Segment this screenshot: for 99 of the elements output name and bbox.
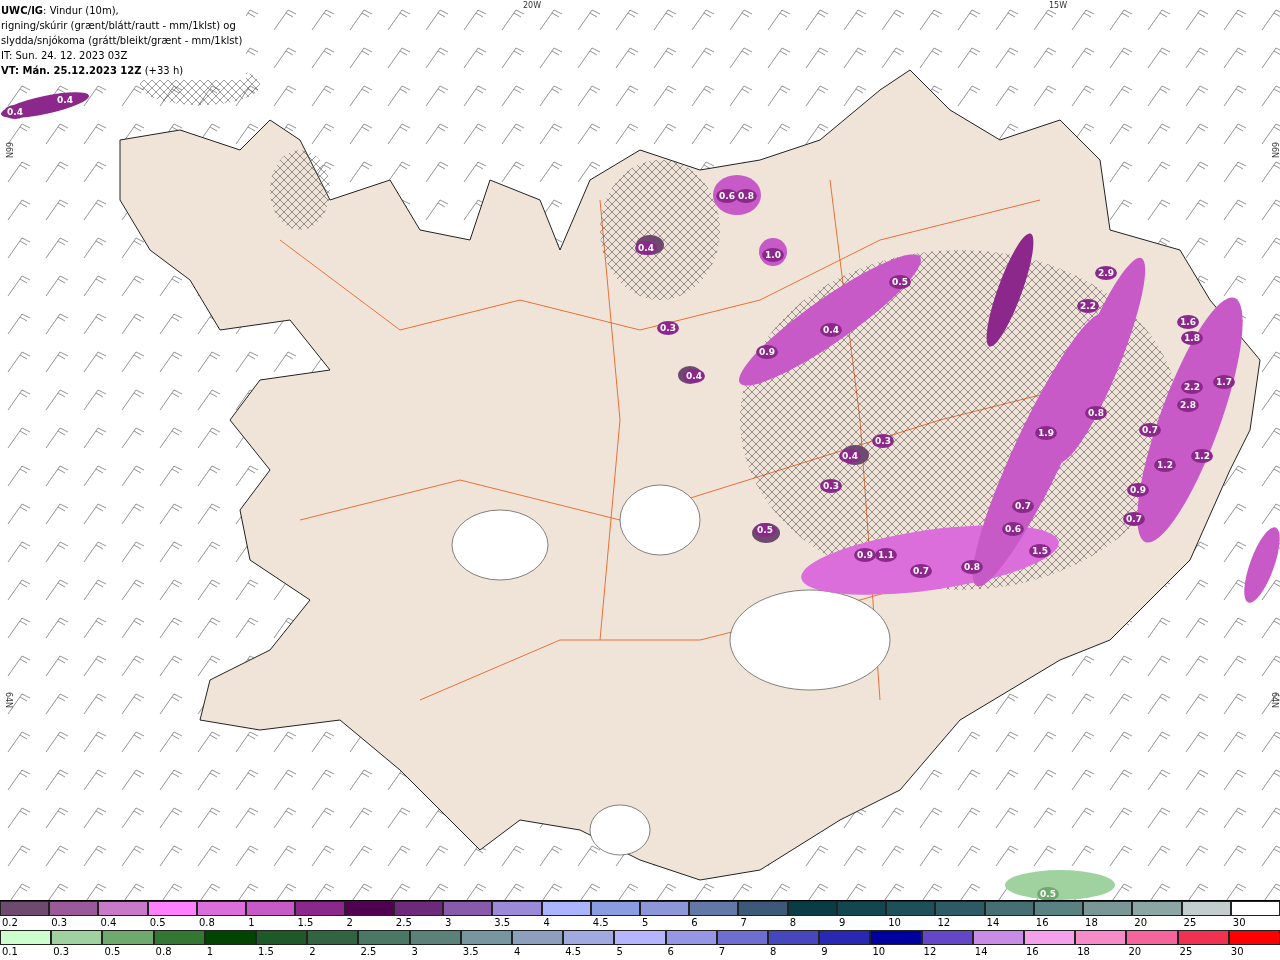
legend-label: 16 <box>1034 916 1050 930</box>
legend-label: 0.8 <box>197 916 216 930</box>
precipitation-value-label: 0.8 <box>738 191 754 201</box>
precipitation-value-label: 0.5 <box>892 277 908 287</box>
precipitation-value-label: 0.4 <box>638 243 654 253</box>
precipitation-value-label: 1.8 <box>1184 333 1200 343</box>
legend-label: 8 <box>769 945 778 959</box>
precipitation-value-label: 0.3 <box>823 481 839 491</box>
legend-label: 3 <box>410 945 419 959</box>
legend-label: 2.5 <box>394 916 413 930</box>
legend-label: 2 <box>308 945 317 959</box>
legend-label: 9 <box>820 945 829 959</box>
legend-label: 0.3 <box>52 945 71 959</box>
legend-label: 0.1 <box>1 945 19 959</box>
precipitation-value-label: 1.2 <box>1194 451 1210 461</box>
legend-label: 2 <box>345 916 354 930</box>
legend-label: 4 <box>513 945 522 959</box>
grid-label: 66N <box>1270 141 1279 159</box>
precipitation-value-label: 1.1 <box>878 550 894 560</box>
legend-label: 8 <box>788 916 798 930</box>
legend-label: 0.2 <box>1 916 19 930</box>
legend-label: 1 <box>247 916 256 930</box>
legend-label: 7 <box>739 916 748 930</box>
legend-label: 20 <box>1133 916 1149 930</box>
map-info-line: UWC/IG: Vindur (10m), <box>1 4 120 18</box>
legend-label: 6 <box>690 916 699 930</box>
legend-label: 18 <box>1084 916 1099 930</box>
precipitation-value-label: 0.9 <box>857 550 873 560</box>
legend-label: 25 <box>1182 916 1198 930</box>
precipitation-value-label: 0.3 <box>660 323 676 333</box>
legend-label: 4 <box>542 916 551 930</box>
legend-label: 3.5 <box>493 916 512 930</box>
legend-label: 12 <box>922 945 938 959</box>
legend-label: 9 <box>837 916 847 930</box>
legend-label: 3.5 <box>461 945 480 959</box>
precipitation-value-label: 0.8 <box>1088 408 1104 418</box>
grid-label: 15W <box>1048 1 1068 10</box>
precipitation-value-label: 0.7 <box>1142 425 1158 435</box>
legend-label: 5 <box>641 916 650 930</box>
precipitation-value-label: 0.4 <box>823 325 839 335</box>
legend-label: 20 <box>1127 945 1143 959</box>
legend-label: 0.3 <box>50 916 69 930</box>
legend-label: 18 <box>1076 945 1091 959</box>
legend-label: 1.5 <box>296 916 315 930</box>
legend-label: 30 <box>1229 945 1245 959</box>
legend-label: 0.5 <box>103 945 122 959</box>
legend-label: 1 <box>205 945 215 959</box>
legend-label: 14 <box>973 945 989 959</box>
legend-label: 1.5 <box>257 945 275 959</box>
precipitation-value-label: 0.7 <box>1015 501 1031 511</box>
precipitation-value-label: 2.8 <box>1180 400 1196 410</box>
legend-label: 14 <box>985 916 1001 930</box>
grid-label: 66N <box>4 141 13 159</box>
precipitation-value-label: 0.4 <box>57 95 73 105</box>
precipitation-value-label: 0.7 <box>1126 514 1142 524</box>
legend-label: 0.4 <box>99 916 118 930</box>
legend-label: 2.5 <box>359 945 378 959</box>
map-info-line: IT: Sun. 24. 12. 2023 03Z <box>1 49 129 63</box>
precipitation-value-label: 0.5 <box>757 525 773 535</box>
precipitation-value-label: 1.6 <box>1180 317 1196 327</box>
precipitation-value-label: 0.8 <box>964 562 980 572</box>
precipitation-value-label: 1.5 <box>1032 546 1048 556</box>
precipitation-value-label: 0.6 <box>719 191 735 201</box>
legend-label: 4.5 <box>564 945 583 959</box>
grid-label: 20W <box>522 1 542 10</box>
legend-label: 10 <box>871 945 887 959</box>
legend-label: 5 <box>615 945 624 959</box>
precipitation-value-label: 0.7 <box>913 566 929 576</box>
legend-label: 0.8 <box>154 945 173 959</box>
legend-label: 6 <box>666 945 675 959</box>
precipitation-value-label: 0.4 <box>686 371 702 381</box>
legend-label: 25 <box>1178 945 1194 959</box>
map-info-line: VT: Mán. 25.12.2023 12Z (+33 h) <box>1 64 185 78</box>
legend-label: 7 <box>717 945 727 959</box>
precipitation-value-label: 0.9 <box>759 347 775 357</box>
precipitation-value-label: 2.2 <box>1184 382 1200 392</box>
map-info-line: slydda/snjókoma (grátt/bleikt/grænt - mm/1klst) <box>1 34 243 48</box>
precipitation-value-label: 1.0 <box>765 250 781 260</box>
precipitation-value-label: 2.9 <box>1098 268 1114 278</box>
map-info-line: rigning/skúrir (grænt/blátt/rautt - mm/1klst) og <box>1 19 237 33</box>
precipitation-value-label: 1.9 <box>1038 428 1054 438</box>
precipitation-value-label: 1.7 <box>1216 377 1232 387</box>
precipitation-value-label: 0.9 <box>1130 485 1146 495</box>
grid-label: 64N <box>1270 691 1279 709</box>
precipitation-value-label: 0.5 <box>1040 889 1056 899</box>
legend-label: 0.5 <box>148 916 167 930</box>
precipitation-value-label: 0.6 <box>1005 524 1021 534</box>
precipitation-value-label: 0.3 <box>875 436 891 446</box>
legend-label: 4.5 <box>591 916 610 930</box>
grid-label: 64N <box>4 691 13 709</box>
precipitation-value-label: 0.4 <box>7 107 23 117</box>
legend-label: 10 <box>887 916 902 930</box>
precipitation-value-label: 1.2 <box>1157 460 1173 470</box>
precipitation-value-label: 2.2 <box>1080 301 1096 311</box>
legend-label: 30 <box>1231 916 1247 930</box>
legend-label: 12 <box>936 916 952 930</box>
precipitation-value-label: 0.4 <box>842 451 858 461</box>
legend-label: 16 <box>1025 945 1040 959</box>
legend-label: 3 <box>444 916 453 930</box>
